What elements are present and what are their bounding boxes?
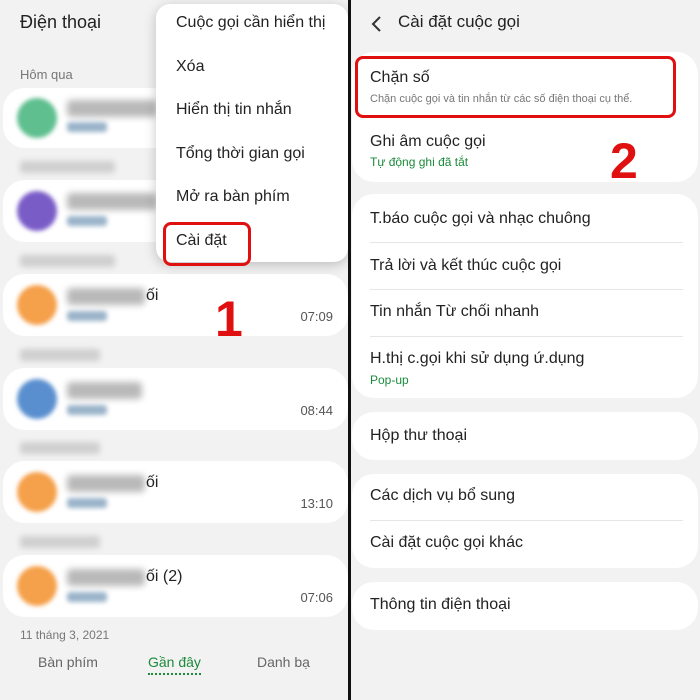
blurred-call-info: [67, 311, 107, 321]
call-log-item[interactable]: ối 13:10: [3, 461, 348, 523]
tab-keypad[interactable]: Bàn phím: [38, 654, 98, 670]
setting-voicemail[interactable]: Hộp thư thoại: [370, 427, 467, 445]
avatar: [17, 191, 57, 231]
setting-other-call-settings[interactable]: Cài đặt cuộc gọi khác: [370, 534, 523, 552]
divider: [370, 336, 683, 337]
blurred-call-info: [67, 216, 107, 226]
blurred-contact-name: [67, 193, 157, 210]
divider: [370, 520, 683, 521]
setting-record-calls-status: Tự động ghi đã tắt: [370, 155, 469, 169]
divider: [370, 289, 683, 290]
call-time: 07:09: [300, 309, 333, 324]
menu-item-delete[interactable]: Xóa: [176, 58, 204, 76]
highlight-box-block-numbers: [355, 56, 676, 118]
tab-recents[interactable]: Gần đây: [148, 654, 201, 675]
blurred-date-label: [20, 161, 115, 173]
contact-name-suffix: ối: [146, 474, 159, 491]
divider: [370, 242, 683, 243]
blurred-contact-name: [67, 382, 142, 399]
avatar: [17, 285, 57, 325]
call-time: 07:06: [300, 590, 333, 605]
contact-name-suffix: ối: [146, 287, 159, 304]
blurred-call-info: [67, 405, 107, 415]
setting-notifications-ringtone[interactable]: T.báo cuộc gọi và nhạc chuông: [370, 210, 591, 228]
setting-supplementary-services[interactable]: Các dịch vụ bổ sung: [370, 487, 515, 505]
blurred-date-label: [20, 255, 115, 267]
blurred-call-info: [67, 592, 107, 602]
call-log-item[interactable]: ối 07:09: [3, 274, 348, 336]
call-log-item[interactable]: 08:44: [3, 368, 348, 430]
blurred-contact-name: [67, 475, 145, 492]
step-number-1: 1: [215, 291, 243, 347]
back-arrow-icon[interactable]: [370, 14, 384, 34]
call-time: 13:10: [300, 496, 333, 511]
call-log-screen: Điện thoại Hôm qua ối 07:09 08:44 ối 13:…: [0, 0, 348, 700]
contact-name-suffix: ối (2): [146, 568, 183, 585]
setting-answer-end-calls[interactable]: Trả lời và kết thúc cuộc gọi: [370, 257, 561, 275]
call-log-item[interactable]: ối (2) 07:06: [3, 555, 348, 617]
blurred-date-label: [20, 349, 100, 361]
setting-quick-decline-messages[interactable]: Tin nhắn Từ chối nhanh: [370, 303, 539, 321]
call-time: 08:44: [300, 403, 333, 418]
highlight-box-settings: [163, 222, 251, 266]
blurred-call-info: [67, 498, 107, 508]
menu-item-show-messages[interactable]: Hiển thị tin nhắn: [176, 101, 292, 119]
menu-item-open-keypad[interactable]: Mở ra bàn phím: [176, 188, 290, 206]
avatar: [17, 472, 57, 512]
avatar: [17, 379, 57, 419]
setting-about-phone[interactable]: Thông tin điện thoại: [370, 596, 511, 614]
blurred-contact-name: [67, 288, 145, 305]
blurred-date-label: [20, 442, 100, 454]
blurred-contact-name: [67, 569, 145, 586]
menu-item-calls-to-display[interactable]: Cuộc gọi cần hiển thị: [176, 14, 325, 32]
page-title: Cài đặt cuộc gọi: [398, 12, 520, 31]
section-label-yesterday: Hôm qua: [20, 67, 73, 82]
avatar: [17, 566, 57, 606]
tab-contacts[interactable]: Danh bạ: [257, 654, 310, 670]
blurred-call-info: [67, 122, 107, 132]
setting-record-calls[interactable]: Ghi âm cuộc gọi: [370, 133, 486, 151]
bottom-navigation: Bàn phím Gần đây Danh bạ: [0, 640, 348, 700]
avatar: [17, 98, 57, 138]
setting-show-calls-in-apps[interactable]: H.thị c.gọi khi sử dụng ứ.dụng: [370, 350, 584, 368]
setting-show-calls-in-apps-value: Pop-up: [370, 373, 409, 387]
menu-item-total-call-time[interactable]: Tổng thời gian gọi: [176, 145, 305, 163]
blurred-contact-name: [67, 100, 157, 117]
blurred-date-label: [20, 536, 100, 548]
app-title: Điện thoại: [20, 12, 102, 32]
step-number-2: 2: [610, 133, 638, 189]
